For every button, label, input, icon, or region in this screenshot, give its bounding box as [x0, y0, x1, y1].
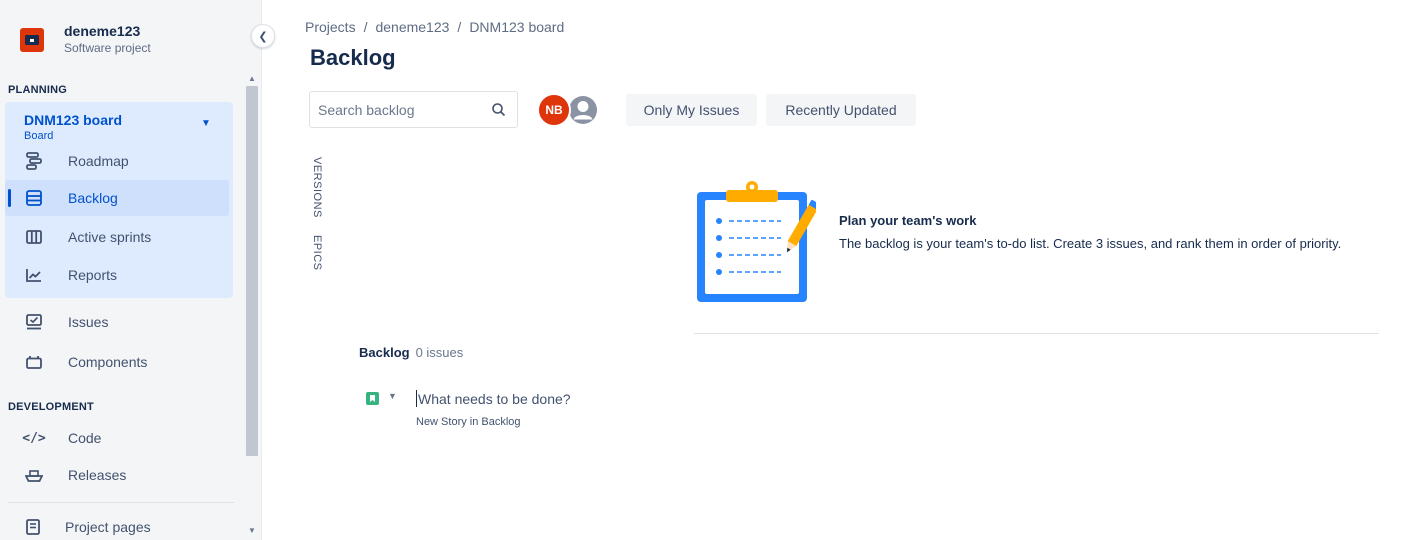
- sidebar-item-label: Components: [68, 354, 148, 370]
- sidebar-item-backlog[interactable]: Backlog: [5, 180, 229, 216]
- section-divider: [694, 333, 1379, 334]
- empty-state-description: The backlog is your team's to-do list. C…: [839, 236, 1342, 251]
- code-icon: </>: [22, 430, 46, 446]
- backlog-count: 0 issues: [415, 345, 464, 360]
- sidebar-item-code[interactable]: </> Code: [5, 420, 229, 456]
- chevron-down-icon[interactable]: ▼: [201, 118, 211, 129]
- story-type-icon[interactable]: [366, 392, 379, 405]
- sidebar-item-label: Roadmap: [68, 153, 129, 169]
- sidebar-item-roadmap[interactable]: Roadmap: [5, 143, 229, 179]
- breadcrumb: Projects / deneme123/DNM123 board: [305, 19, 565, 35]
- page-icon: [24, 518, 42, 536]
- page-title: Backlog: [310, 45, 396, 70]
- sidebar-item-active-sprints[interactable]: Active sprints: [5, 219, 229, 255]
- breadcrumb-projects[interactable]: Projects: [305, 19, 356, 35]
- create-issue-hint: New Story in Backlog: [416, 416, 521, 428]
- chevron-left-icon: ❮: [258, 30, 268, 43]
- search-backlog-box[interactable]: [309, 91, 518, 128]
- versions-tab[interactable]: VERSIONS: [311, 157, 323, 218]
- avatar-unassigned[interactable]: [566, 93, 600, 127]
- backlog-title: Backlog: [359, 345, 410, 360]
- sidebar-item-label: Reports: [68, 267, 118, 283]
- breadcrumb-project[interactable]: deneme123: [375, 19, 449, 35]
- only-my-issues-button[interactable]: Only My Issues: [626, 94, 757, 126]
- scrollbar-thumb[interactable]: [246, 86, 258, 456]
- sidebar-item-reports[interactable]: Reports: [5, 257, 229, 293]
- backlog-header: Backlog 0 issues: [359, 345, 463, 360]
- clipboard-illustration: [697, 181, 816, 302]
- roadmap-icon: [25, 152, 43, 170]
- columns-icon: [25, 228, 43, 246]
- sidebar-item-components[interactable]: Components: [5, 344, 229, 380]
- search-input[interactable]: [318, 100, 478, 120]
- collapse-sidebar-button[interactable]: ❮: [251, 24, 275, 48]
- scroll-up-arrow-icon[interactable]: ▲: [248, 74, 256, 83]
- project-name: deneme123: [64, 23, 141, 39]
- board-name: DNM123 board: [24, 112, 123, 128]
- chart-icon: [25, 266, 43, 284]
- components-icon: [25, 353, 43, 371]
- project-type: Software project: [64, 41, 151, 55]
- sidebar-divider: [8, 502, 234, 503]
- create-issue-input[interactable]: [418, 389, 718, 409]
- sidebar-item-label: Project pages: [65, 519, 151, 535]
- avatar-nb[interactable]: NB: [537, 93, 571, 127]
- project-avatar: [20, 28, 44, 52]
- project-header[interactable]: deneme123 Software project: [20, 22, 151, 56]
- sidebar-item-releases[interactable]: Releases: [5, 457, 229, 493]
- empty-state-title: Plan your team's work: [839, 213, 977, 228]
- recently-updated-button[interactable]: Recently Updated: [766, 94, 916, 126]
- sidebar-item-label: Releases: [68, 467, 127, 483]
- active-indicator: [8, 189, 11, 207]
- planning-section-label: PLANNING: [8, 84, 68, 96]
- text-cursor: [416, 390, 417, 407]
- search-icon[interactable]: [491, 102, 507, 118]
- sidebar-item-issues[interactable]: Issues: [5, 304, 229, 340]
- ship-icon: [25, 466, 43, 484]
- issues-icon: [25, 313, 43, 331]
- epics-tab[interactable]: EPICS: [311, 235, 323, 271]
- backlog-icon: [25, 189, 43, 207]
- sidebar-item-label: Active sprints: [68, 229, 152, 245]
- sidebar-item-project-pages[interactable]: Project pages: [5, 509, 229, 540]
- scroll-down-arrow-icon[interactable]: ▼: [248, 526, 256, 535]
- sidebar-item-label: Issues: [68, 314, 109, 330]
- board-selector[interactable]: DNM123 board Board: [24, 111, 122, 143]
- board-type: Board: [24, 130, 54, 142]
- user-icon: [569, 96, 597, 124]
- development-section-label: DEVELOPMENT: [8, 401, 94, 413]
- caret-down-icon[interactable]: ▼: [388, 391, 397, 401]
- breadcrumb-board[interactable]: DNM123 board: [469, 19, 564, 35]
- sidebar-item-label: Backlog: [68, 190, 118, 206]
- project-sidebar: deneme123 Software project PLANNING DNM1…: [0, 0, 262, 540]
- sidebar-item-label: Code: [68, 430, 102, 446]
